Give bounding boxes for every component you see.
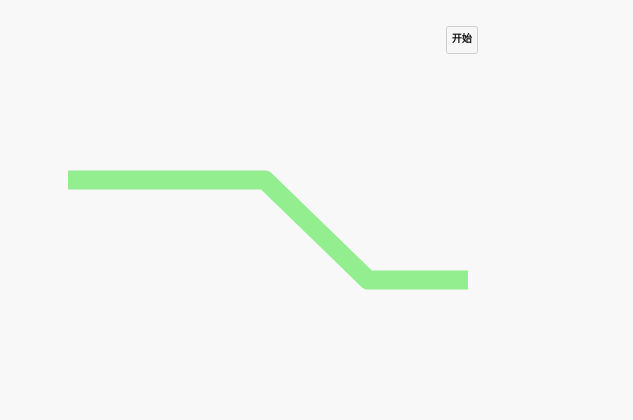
app-canvas: 开始 (0, 0, 633, 420)
path-segment (68, 170, 468, 290)
green-path-line (68, 170, 468, 290)
